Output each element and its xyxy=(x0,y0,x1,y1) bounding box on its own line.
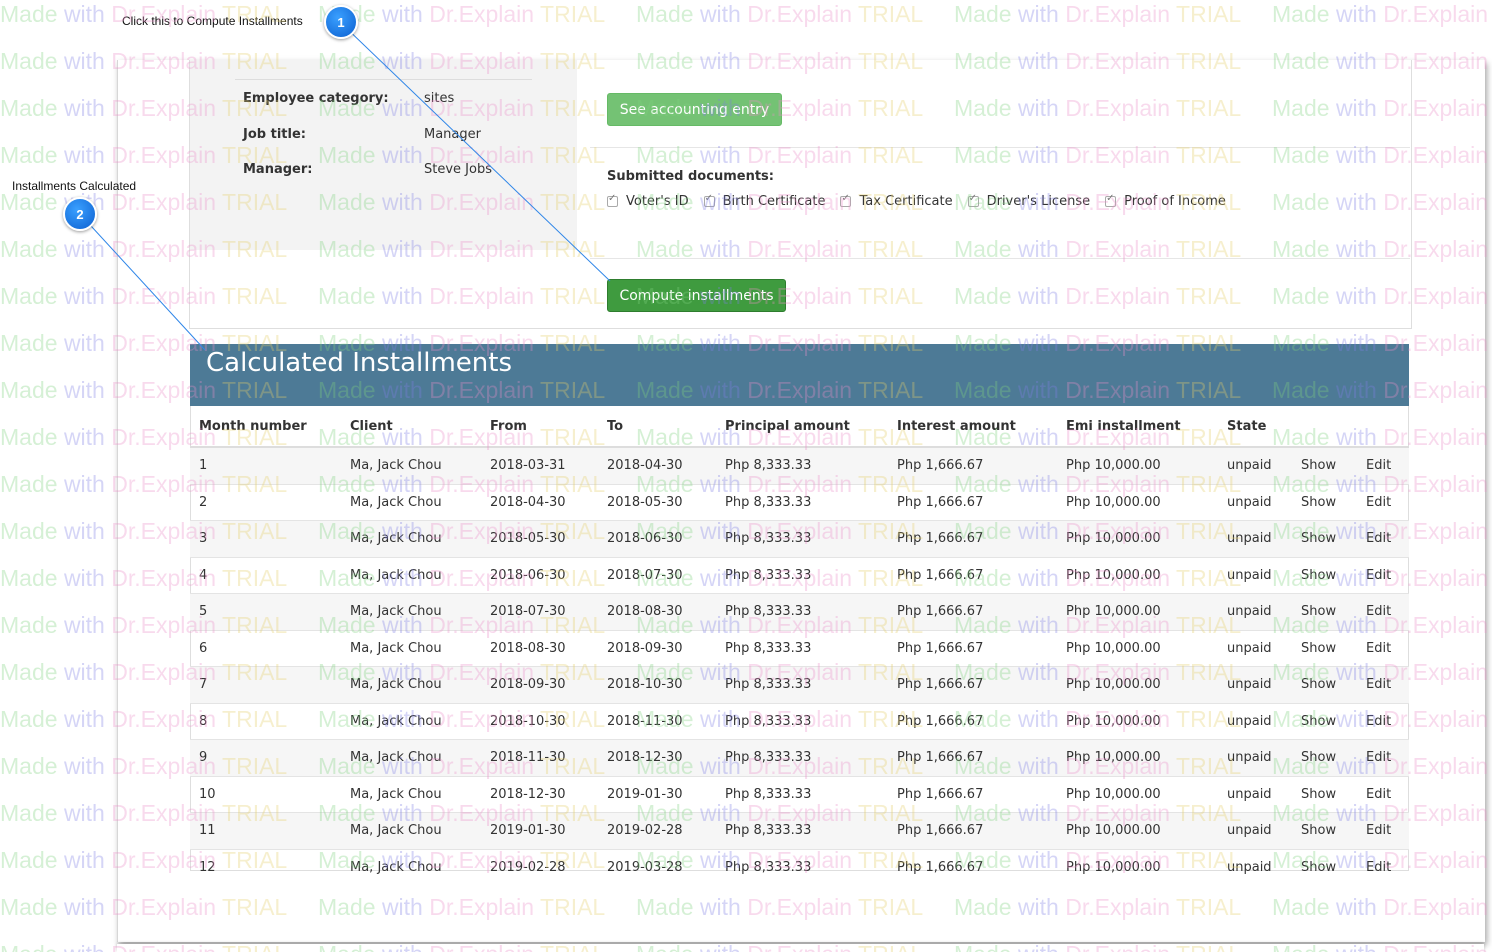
callout-2-badge: 2 xyxy=(63,197,97,231)
callout-2-line xyxy=(79,213,206,351)
callout-1-line xyxy=(339,21,611,282)
callout-lines xyxy=(79,21,611,351)
callout-1-badge: 1 xyxy=(324,5,358,39)
